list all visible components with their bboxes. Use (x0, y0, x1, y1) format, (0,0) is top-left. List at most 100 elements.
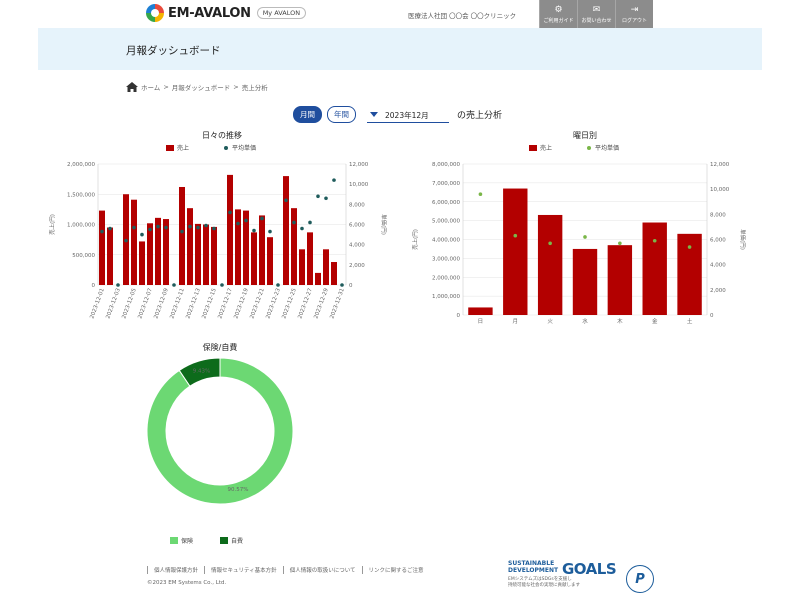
footer-link-security[interactable]: 情報セキュリティ基本方針 (204, 566, 283, 574)
month-select[interactable]: 2023年12月 (367, 107, 449, 123)
point-avg-price (268, 229, 272, 234)
guide-icon: ⚙ (554, 4, 563, 15)
y-tick-right: 12,000 (349, 162, 369, 168)
contact-label: お問い合わせ (581, 17, 612, 24)
point-avg-price (284, 198, 288, 203)
breadcrumb-home[interactable]: ホーム (141, 82, 160, 92)
bar-sales (315, 272, 321, 285)
bar-sales (537, 214, 563, 315)
footer-link-notice[interactable]: リンクに関するご注意 (361, 566, 430, 574)
point-avg-price (548, 241, 552, 246)
insurance-pie-chart: 保険/自費 9.43% 90.57% 保険 自費 (146, 342, 294, 545)
bar-sales (179, 186, 185, 285)
point-avg-price (340, 283, 344, 287)
bar-sales (99, 210, 105, 285)
breadcrumb-dashboard[interactable]: 月報ダッシュボード (172, 82, 231, 92)
legend-label-avg: 平均単価 (595, 144, 619, 152)
bar-sales (211, 226, 217, 285)
point-avg-price (292, 220, 296, 225)
y-tick-left: 0 (457, 313, 461, 319)
brand-name: EM-AVALON (168, 5, 251, 21)
logout-icon: ⇥ (630, 4, 639, 15)
copyright: ©2023 EM Systems Co., Ltd. (147, 580, 227, 586)
sdg-logo: SUSTAINABLE DEVELOPMENT GOALS EMシステムズはSD… (508, 560, 617, 589)
point-avg-price (156, 224, 160, 229)
point-avg-price (228, 210, 232, 215)
title-bar: 月報ダッシュボード (38, 28, 762, 70)
home-icon[interactable] (126, 82, 138, 92)
y-tick-left: 1,000,000 (67, 223, 95, 229)
footer-link-privacy[interactable]: 個人情報保護方針 (147, 566, 204, 574)
point-avg-price (220, 283, 224, 287)
point-avg-price (513, 233, 518, 238)
contact-button[interactable]: ✉ お問い合わせ (577, 0, 615, 28)
top-header: EM-AVALON My AVALON 医療法人社団 〇〇会 〇〇クリニック ⚙… (0, 0, 800, 28)
legend-label-sales: 売上 (177, 144, 189, 152)
bar-sales (235, 209, 241, 285)
legend-swatch-insurance (170, 537, 178, 544)
y-tick-left: 5,000,000 (432, 219, 460, 225)
monthly-toggle[interactable]: 月間 (293, 106, 322, 123)
y-tick-right: 4,000 (710, 263, 726, 269)
y-tick-right: 6,000 (710, 238, 726, 244)
point-avg-price (252, 228, 256, 233)
point-avg-price (196, 225, 200, 230)
y-tick-right: 6,000 (349, 223, 365, 229)
point-avg-price (132, 225, 136, 230)
x-tick-label: 2023-12-23 (265, 287, 282, 320)
y-tick-right: 2,000 (349, 263, 365, 269)
point-avg-price (300, 226, 304, 231)
bar-sales (331, 262, 337, 285)
bar-sales (139, 241, 145, 285)
x-tick-label: 木 (617, 317, 623, 325)
x-tick-label: 2023-12-29 (313, 287, 330, 320)
y-tick-left: 500,000 (72, 253, 95, 259)
point-avg-price (204, 223, 208, 228)
yearly-toggle[interactable]: 年間 (327, 106, 356, 123)
bar-sales (572, 248, 598, 315)
y-tick-left: 0 (92, 283, 96, 289)
brand-logo[interactable]: EM-AVALON My AVALON (146, 4, 307, 22)
y-axis-label-right: 単価(円) (380, 214, 388, 235)
bar-sales (291, 208, 297, 285)
bar-sales (227, 174, 233, 285)
legend-swatch-sales (166, 145, 174, 151)
point-avg-price (244, 218, 248, 223)
y-tick-left: 3,000,000 (432, 256, 460, 262)
analysis-suffix: の売上分析 (457, 111, 503, 121)
bar-sales (187, 208, 193, 285)
y-tick-left: 1,500,000 (67, 192, 95, 198)
point-avg-price (260, 216, 264, 221)
bar-sales (607, 245, 633, 315)
point-avg-price (276, 283, 280, 287)
point-avg-price (148, 227, 152, 232)
pie-slice-label: 9.43% (193, 368, 210, 374)
bar-sales (468, 307, 493, 315)
breadcrumb-separator: > (233, 83, 239, 91)
privacy-mark-icon: P (626, 565, 654, 593)
guide-button[interactable]: ⚙ ご利用ガイド (539, 0, 577, 28)
footer-link-personal-info[interactable]: 個人情報の取扱いについて (282, 566, 362, 574)
clinic-name: 医療法人社団 〇〇会 〇〇クリニック (408, 12, 517, 20)
y-axis-label-left: 売上(円) (411, 229, 419, 250)
y-tick-right: 12,000 (710, 162, 730, 168)
my-avalon-link[interactable]: My AVALON (256, 7, 307, 19)
logout-button[interactable]: ⇥ ログアウト (615, 0, 653, 28)
x-tick-label: 2023-12-27 (297, 287, 314, 320)
x-tick-label: 2023-12-07 (137, 287, 154, 320)
guide-label: ご利用ガイド (543, 17, 574, 24)
bar-sales (642, 222, 667, 315)
brand-logo-icon (146, 4, 164, 22)
bar-sales (323, 249, 329, 285)
chart-title: 日々の推移 (202, 130, 242, 140)
y-tick-left: 6,000,000 (432, 200, 460, 206)
point-avg-price (236, 221, 240, 226)
x-tick-label: 火 (547, 319, 553, 325)
y-tick-left: 2,000,000 (432, 275, 460, 281)
y-tick-right: 0 (349, 283, 353, 289)
legend-swatch-avg (587, 146, 591, 150)
y-tick-right: 0 (710, 313, 714, 319)
point-avg-price (316, 194, 320, 199)
y-axis-label-left: 売上(円) (48, 214, 56, 235)
point-avg-price (188, 224, 192, 229)
